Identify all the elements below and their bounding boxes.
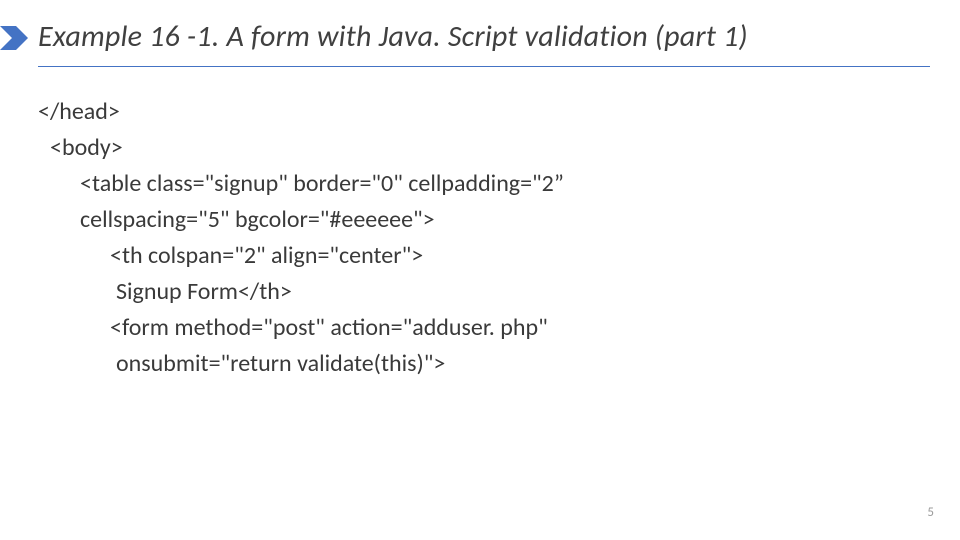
- code-line: <form method="post" action="adduser. php…: [38, 310, 920, 346]
- code-line: </head>: [38, 94, 920, 130]
- title-underline: [38, 66, 930, 67]
- code-line: onsubmit="return validate(this)">: [38, 346, 920, 382]
- code-line: Signup Form</th>: [38, 274, 920, 310]
- code-line: <th colspan="2" align="center">: [38, 238, 920, 274]
- code-block: </head> <body> <table class="signup" bor…: [38, 94, 920, 382]
- code-line: <body>: [38, 130, 920, 166]
- page-number: 5: [927, 505, 934, 520]
- slide-title: Example 16 -1. A form with Java. Script …: [38, 18, 930, 55]
- slide: Example 16 -1. A form with Java. Script …: [0, 0, 960, 540]
- code-line: cellspacing="5" bgcolor="#eeeeee">: [38, 202, 920, 238]
- accent-chevron-icon: [0, 26, 30, 50]
- code-line: <table class="signup" border="0" cellpad…: [38, 166, 920, 202]
